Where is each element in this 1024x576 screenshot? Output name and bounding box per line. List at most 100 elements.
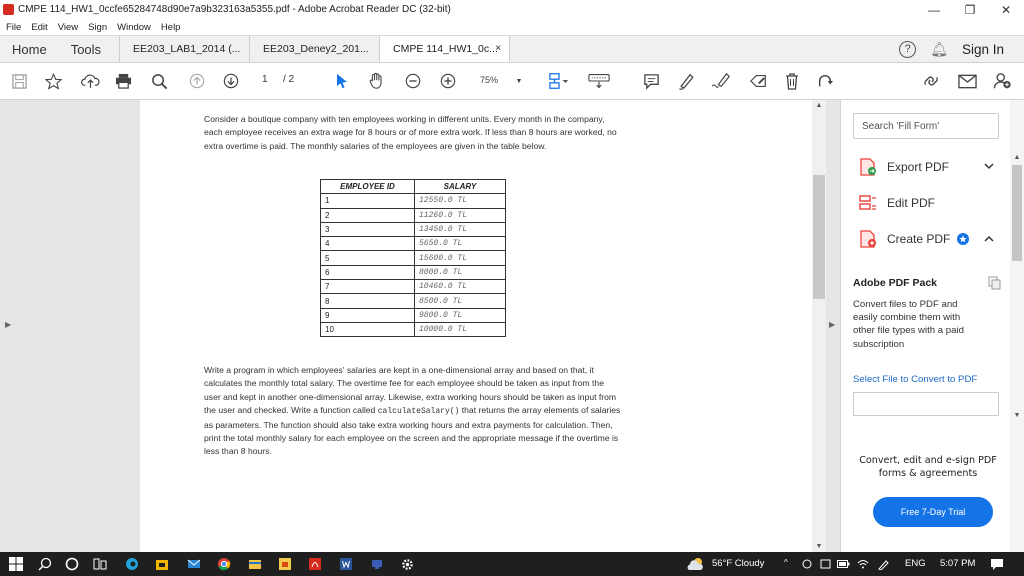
- add-user-icon[interactable]: [992, 72, 1012, 90]
- action-center-icon[interactable]: [989, 556, 1005, 572]
- comment-icon[interactable]: [642, 72, 660, 90]
- mail-icon[interactable]: [186, 556, 202, 572]
- sign-pen-icon[interactable]: [711, 72, 733, 90]
- scrollbar-thumb[interactable]: [1012, 165, 1022, 261]
- tray-app-icon[interactable]: [800, 556, 814, 572]
- share-link-icon[interactable]: [921, 72, 943, 90]
- sign-in-button[interactable]: Sign In: [962, 42, 1004, 57]
- print-icon[interactable]: [114, 72, 132, 90]
- table-header-row: EMPLOYEE ID SALARY: [320, 178, 506, 195]
- upload-cloud-icon[interactable]: [80, 72, 100, 90]
- windows-start-icon[interactable]: [8, 556, 24, 572]
- search-taskbar-icon[interactable]: [37, 556, 53, 572]
- tab-label: EE203_Deney2_201...: [263, 43, 369, 55]
- highlight-pen-icon[interactable]: [676, 72, 696, 90]
- clock[interactable]: 5:07 PM: [940, 558, 975, 569]
- word-icon[interactable]: [338, 556, 354, 572]
- wifi-icon[interactable]: [856, 556, 870, 572]
- close-tab-icon[interactable]: ×: [495, 43, 501, 54]
- next-page-icon[interactable]: [222, 72, 240, 90]
- create-pdf-tool[interactable]: Create PDF: [859, 230, 970, 248]
- zoom-in-icon[interactable]: [439, 72, 457, 90]
- edit-pdf-tool[interactable]: Edit PDF: [859, 194, 935, 212]
- employee-id-cell: 2: [320, 207, 415, 223]
- weather-text[interactable]: 56°F Cloudy: [712, 558, 764, 569]
- tray-chevron-up-icon[interactable]: ^: [784, 558, 788, 567]
- scroll-down-arrow-icon[interactable]: ▼: [812, 543, 826, 550]
- document-scrollbar[interactable]: ▲ ▼: [812, 100, 826, 552]
- pack-files-icon: [988, 276, 1002, 293]
- tab-label: CMPE 114_HW1_0c...: [393, 42, 498, 55]
- search-icon[interactable]: [150, 72, 168, 90]
- notification-bell-icon[interactable]: 🔔︎: [930, 41, 948, 58]
- menu-edit[interactable]: Edit: [31, 22, 47, 33]
- menu-sign[interactable]: Sign: [88, 22, 107, 33]
- tab-document-ee203-lab1[interactable]: EE203_LAB1_2014 (...: [119, 36, 249, 62]
- fill-and-sign-icon[interactable]: [748, 72, 770, 90]
- rotate-icon[interactable]: [816, 72, 834, 90]
- menu-file[interactable]: File: [6, 22, 21, 33]
- store-icon[interactable]: [154, 556, 170, 572]
- zoom-out-icon[interactable]: [404, 72, 422, 90]
- page-number-input[interactable]: 1: [262, 74, 268, 85]
- weather-cloud-icon[interactable]: [686, 556, 706, 572]
- scroll-up-arrow-icon[interactable]: ▲: [1010, 154, 1024, 161]
- task-view-icon[interactable]: [92, 556, 108, 572]
- select-file-link[interactable]: Select File to Convert to PDF: [853, 374, 977, 385]
- help-icon[interactable]: ?: [899, 40, 917, 58]
- tab-home[interactable]: Home: [0, 36, 59, 62]
- salary-cell: 11260.0 TL: [414, 207, 506, 223]
- tab-document-ee203-deney2[interactable]: EE203_Deney2_201...: [249, 36, 379, 62]
- matlab-app-icon[interactable]: [277, 556, 293, 572]
- file-explorer-icon[interactable]: [247, 556, 263, 572]
- menu-view[interactable]: View: [58, 22, 78, 33]
- settings-gear-icon[interactable]: [399, 556, 415, 572]
- save-icon[interactable]: [10, 72, 28, 90]
- table-row: 2 11260.0 TL: [320, 207, 506, 223]
- export-pdf-icon: [860, 158, 876, 176]
- language-indicator[interactable]: ENG: [905, 558, 926, 569]
- scrollbar-thumb[interactable]: [813, 175, 825, 299]
- file-drop-box[interactable]: [853, 392, 999, 416]
- email-icon[interactable]: [957, 72, 977, 90]
- cortana-icon[interactable]: [64, 556, 80, 572]
- menu-help[interactable]: Help: [161, 22, 181, 33]
- free-trial-button[interactable]: Free 7-Day Trial: [873, 497, 993, 527]
- pen-workspace-icon[interactable]: [876, 556, 890, 572]
- delete-trash-icon[interactable]: [783, 72, 801, 90]
- hand-tool-icon[interactable]: [366, 72, 386, 90]
- zoom-dropdown-chevron-icon[interactable]: ▼: [514, 72, 524, 90]
- chevron-down-icon[interactable]: [984, 162, 994, 172]
- tool-label: Edit PDF: [887, 196, 936, 210]
- maximize-button[interactable]: ❐: [952, 0, 988, 19]
- scroll-up-arrow-icon[interactable]: ▲: [812, 102, 826, 109]
- previous-page-icon[interactable]: [188, 72, 206, 90]
- create-pdf-icon: [860, 230, 876, 248]
- tools-pane-scrollbar[interactable]: ▲ ▼: [1010, 100, 1024, 552]
- table-row: 5 15600.0 TL: [320, 250, 506, 266]
- edge-browser-icon[interactable]: [124, 556, 140, 572]
- left-panel-toggle-icon[interactable]: ▶: [5, 320, 11, 329]
- tab-tools[interactable]: Tools: [59, 36, 119, 62]
- acrobat-taskbar-icon[interactable]: [307, 556, 323, 572]
- media-app-icon[interactable]: [369, 556, 385, 572]
- chrome-icon[interactable]: [216, 556, 232, 572]
- page-display-icon[interactable]: [547, 72, 571, 90]
- select-cursor-icon[interactable]: [334, 72, 350, 90]
- employee-id-cell: 7: [320, 279, 415, 295]
- export-pdf-tool[interactable]: Export PDF: [859, 158, 949, 176]
- chevron-up-icon[interactable]: [984, 234, 994, 244]
- battery-icon[interactable]: [836, 556, 850, 572]
- tray-security-icon[interactable]: [818, 556, 832, 572]
- fill-form-search-input[interactable]: Search 'Fill Form': [853, 113, 999, 139]
- scroll-down-arrow-icon[interactable]: ▼: [1010, 412, 1024, 419]
- minimize-button[interactable]: —: [916, 0, 952, 19]
- close-window-button[interactable]: ✕: [988, 0, 1024, 19]
- tab-document-cmpe114[interactable]: CMPE 114_HW1_0c... ×: [379, 36, 510, 62]
- right-panel-toggle-icon[interactable]: ▶: [829, 320, 835, 329]
- keyboard-icon[interactable]: [588, 72, 610, 90]
- bookmark-star-icon[interactable]: [44, 72, 62, 90]
- zoom-level-select[interactable]: 75%: [480, 75, 498, 85]
- menu-window[interactable]: Window: [117, 22, 151, 33]
- employee-id-cell: 5: [320, 250, 415, 266]
